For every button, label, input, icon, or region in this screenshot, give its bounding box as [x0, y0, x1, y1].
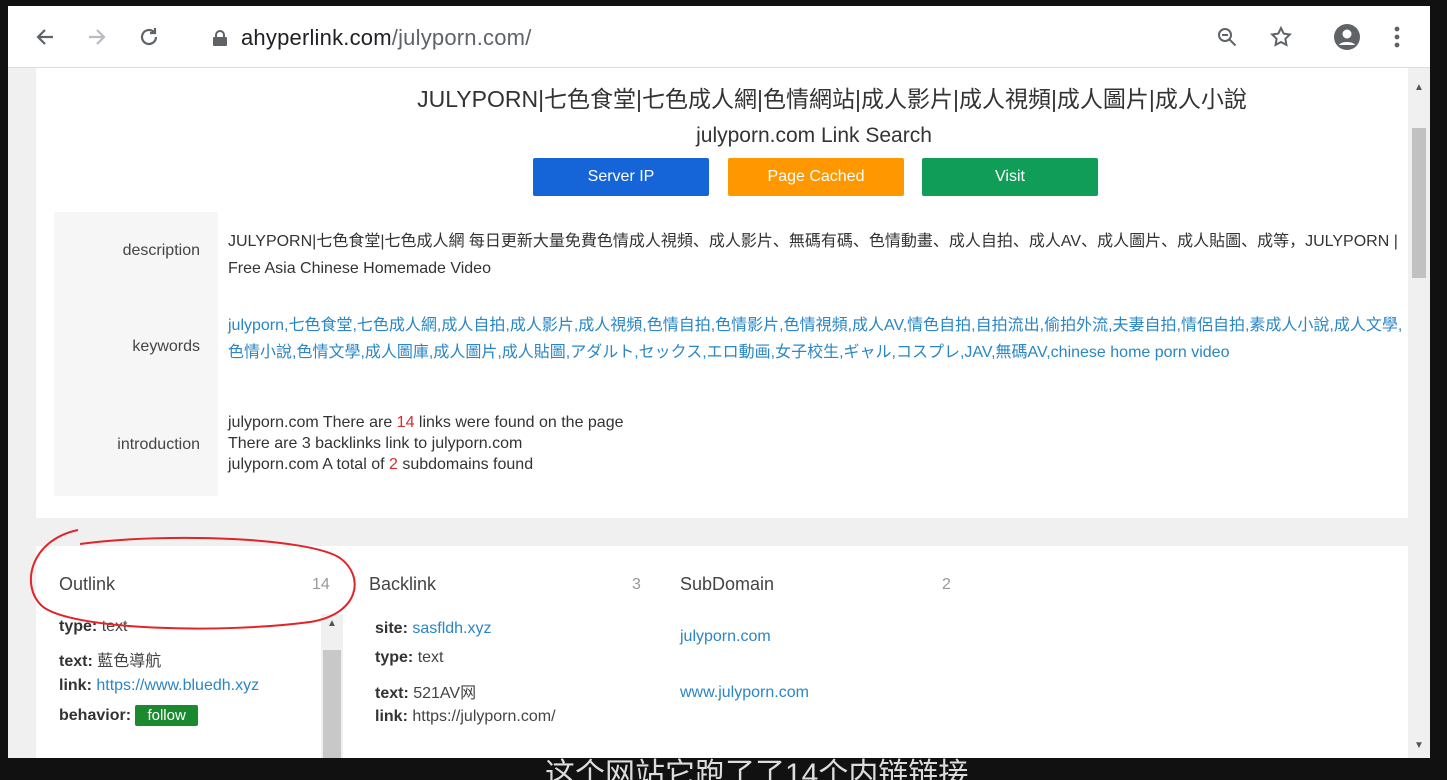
page-cached-button[interactable]: Page Cached — [728, 158, 904, 196]
arrow-left-icon — [36, 29, 53, 45]
reload-button[interactable] — [132, 20, 166, 54]
description-label: description — [122, 242, 200, 259]
introduction-label: introduction — [117, 436, 200, 453]
backlink-count: 3 — [632, 576, 641, 593]
page-scroll-thumb[interactable] — [1412, 128, 1426, 278]
site-info-table: description JULYPORN|七色食堂|七色成人網 每日更新大量免費… — [54, 212, 1408, 496]
backlink-link: link: https://julyporn.com/ — [375, 708, 556, 725]
lock-icon — [213, 30, 227, 46]
screen: ahyperlink.com/julyporn.com/ JULYPORN|七色… — [0, 0, 1447, 780]
browser-window: ahyperlink.com/julyporn.com/ JULYPORN|七色… — [8, 6, 1430, 758]
zoom-icon — [1218, 28, 1237, 47]
intro-line-subdomains: julyporn.com A total of 2 subdomains fou… — [228, 456, 534, 473]
subdomain-heading[interactable]: SubDomain — [680, 574, 774, 595]
scroll-down-icon[interactable]: ▼ — [1414, 740, 1424, 751]
server-ip-button[interactable]: Server IP — [533, 158, 709, 196]
outlink-url[interactable]: https://www.bluedh.xyz — [96, 677, 259, 694]
arrow-right-icon — [89, 29, 106, 45]
backlink-type: type: text — [375, 649, 444, 666]
site-summary-card: JULYPORN|七色食堂|七色成人網|色情網站|成人影片|成人視頻|成人圖片|… — [36, 68, 1408, 518]
outlink-link: link: https://www.bluedh.xyz — [59, 677, 260, 694]
scroll-up-icon[interactable]: ▲ — [1414, 82, 1424, 93]
follow-badge: follow — [135, 705, 198, 726]
page-subtitle: julyporn.com Link Search — [696, 124, 932, 147]
forward-button[interactable] — [80, 20, 114, 54]
visit-button[interactable]: Visit — [922, 158, 1098, 196]
keywords-label: keywords — [132, 338, 200, 355]
page-scrollbar[interactable]: ▲ ▼ — [1408, 68, 1430, 758]
intro-line-backlinks: There are 3 backlinks link to julyporn.c… — [228, 435, 523, 452]
annotation-circle — [29, 529, 356, 630]
menu-button[interactable] — [1380, 20, 1414, 54]
reload-icon — [140, 28, 158, 46]
browser-toolbar: ahyperlink.com/julyporn.com/ — [8, 6, 1430, 68]
keywords-value[interactable]: julyporn,七色食堂,七色成人網,成人自拍,成人影片,成人視頻,色情自拍,… — [218, 304, 1408, 402]
backlink-site: site: sasfldh.xyz — [375, 620, 492, 637]
page-content: JULYPORN|七色食堂|七色成人網|色情網站|成人影片|成人視頻|成人圖片|… — [8, 68, 1408, 758]
description-value: JULYPORN|七色食堂|七色成人網 每日更新大量免費色情成人視頻、成人影片、… — [218, 212, 1408, 304]
bookmark-button[interactable] — [1264, 20, 1298, 54]
outlink-behavior: behavior: follow — [59, 705, 198, 726]
account-icon — [1334, 24, 1360, 50]
back-button[interactable] — [28, 20, 62, 54]
subdomain-item[interactable]: www.julyporn.com — [680, 684, 809, 702]
introduction-value: julyporn.com There are 14 links were fou… — [218, 402, 1408, 496]
intro-line-links: julyporn.com There are 14 links were fou… — [228, 414, 624, 431]
subdomain-count: 2 — [942, 576, 951, 593]
backlink-site-link[interactable]: sasfldh.xyz — [412, 620, 491, 637]
outlink-scroll-thumb[interactable] — [323, 650, 341, 758]
account-button[interactable] — [1330, 20, 1364, 54]
subdomain-item[interactable]: julyporn.com — [680, 628, 771, 646]
outlink-text: text: 藍色導航 — [59, 653, 162, 670]
video-caption: 这个网站它跑了了14个内链链接 — [545, 758, 969, 780]
star-icon — [1270, 25, 1292, 47]
backlink-heading[interactable]: Backlink — [369, 574, 436, 595]
backlink-text: text: 521AV网 — [375, 685, 477, 702]
kebab-menu-icon — [1394, 26, 1400, 48]
address-bar[interactable]: ahyperlink.com/julyporn.com/ — [193, 18, 1313, 58]
page-title: JULYPORN|七色食堂|七色成人網|色情網站|成人影片|成人視頻|成人圖片|… — [417, 86, 1247, 112]
zoom-button[interactable] — [1210, 20, 1244, 54]
url-text[interactable]: ahyperlink.com/julyporn.com/ — [241, 25, 532, 51]
